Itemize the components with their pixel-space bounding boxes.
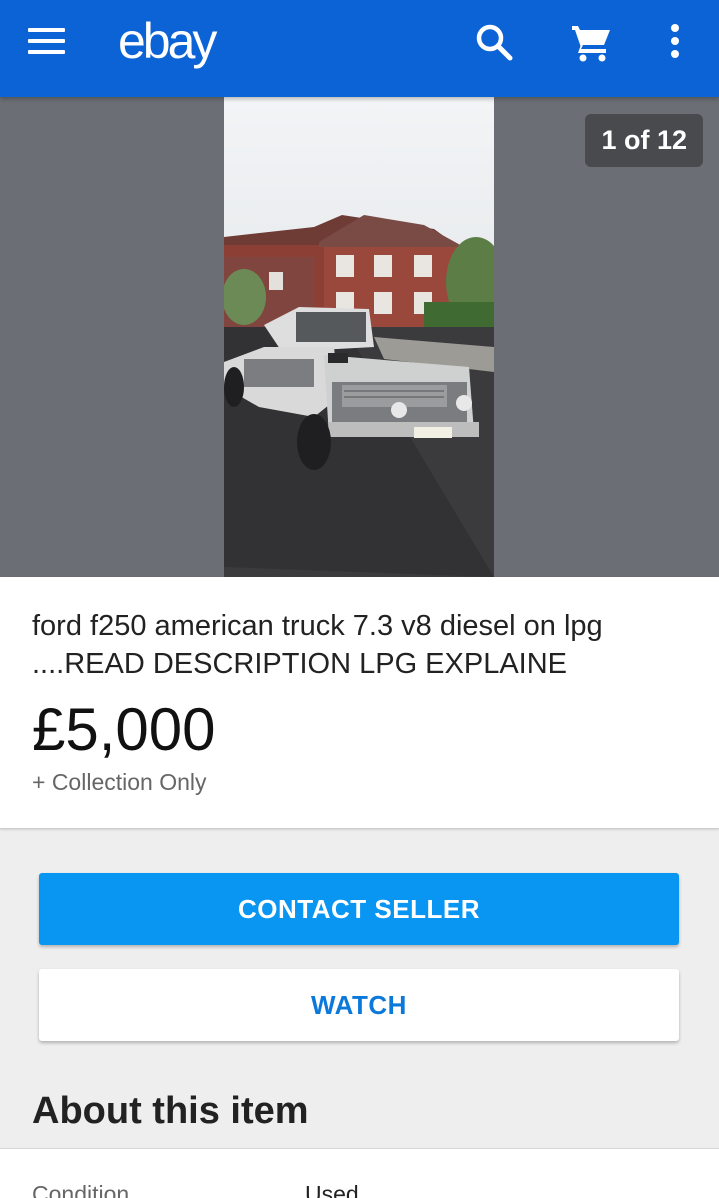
search-icon[interactable] xyxy=(470,18,518,66)
listing-photo[interactable] xyxy=(224,97,494,577)
item-details-table: Condition Used xyxy=(0,1148,719,1198)
listing-price: £5,000 xyxy=(32,696,216,763)
contact-seller-button[interactable]: CONTACT SELLER xyxy=(39,873,679,945)
condition-value: Used xyxy=(305,1181,359,1198)
menu-icon[interactable] xyxy=(28,28,66,56)
condition-label: Condition xyxy=(32,1181,130,1198)
shipping-info: + Collection Only xyxy=(32,769,207,795)
watch-button[interactable]: WATCH xyxy=(39,969,679,1041)
app-bar: ebay xyxy=(0,0,719,97)
image-counter-badge: 1 of 12 xyxy=(585,114,703,167)
listing-summary: ford f250 american truck 7.3 v8 diesel o… xyxy=(0,577,719,829)
about-this-item-heading: About this item xyxy=(32,1090,309,1132)
more-vert-icon[interactable] xyxy=(651,18,699,66)
ebay-logo[interactable]: ebay xyxy=(118,12,217,70)
image-gallery[interactable]: 1 of 12 xyxy=(0,97,719,577)
listing-title: ford f250 american truck 7.3 v8 diesel o… xyxy=(32,610,603,680)
cart-icon[interactable] xyxy=(566,18,614,66)
